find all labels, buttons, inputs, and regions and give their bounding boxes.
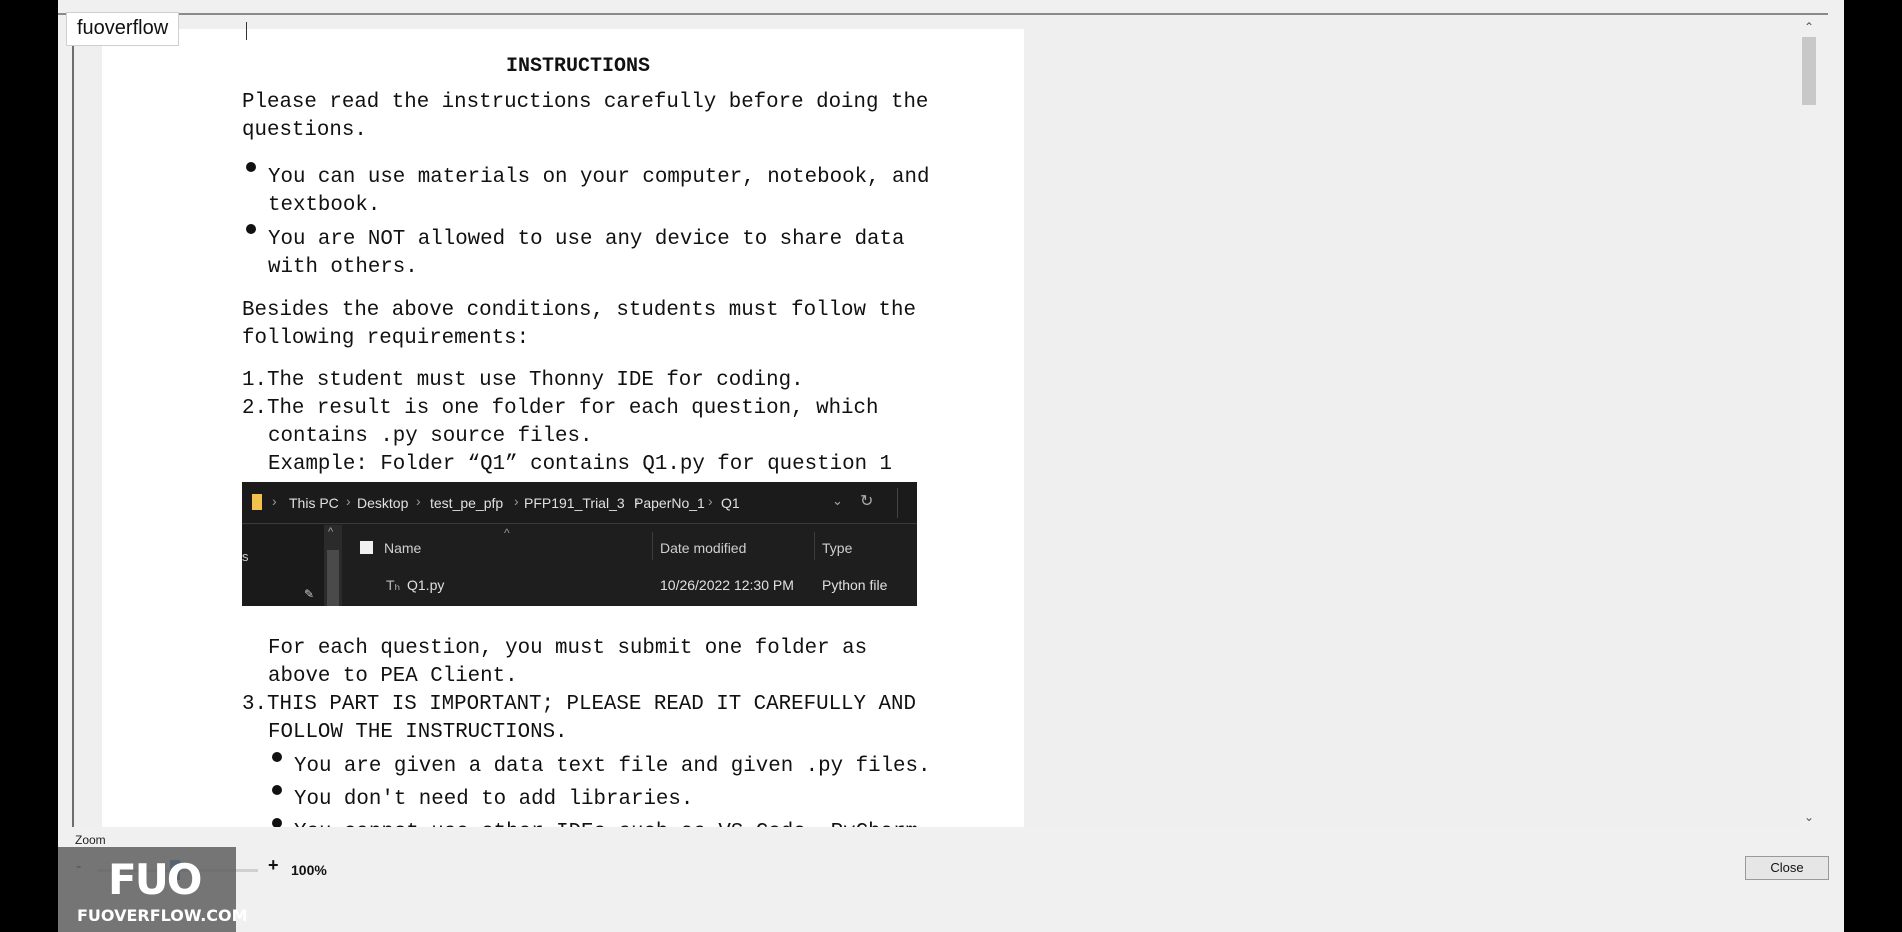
bullet-2-line-2: with others. [268,256,418,279]
text-cursor [246,22,247,40]
vertical-scrollbar[interactable]: ⌃ ⌄ [1800,15,1818,827]
chevron-right-icon: › [416,493,421,509]
file-type: Python file [822,577,888,593]
bullet-1-line-1: You can use materials on your computer, … [268,166,930,189]
select-all-checkbox [360,541,373,554]
explorer-screenshot: › This PC › Desktop › test_pe_pfp › PFP1… [242,482,917,606]
chevron-right-icon: › [272,493,277,509]
requirement-2-example: Example: Folder “Q1” contains Q1.py for … [268,453,893,476]
submit-line-1: For each question, you must submit one f… [268,637,868,660]
scroll-up-icon[interactable]: ⌃ [1800,18,1818,36]
chevron-right-icon: › [708,493,713,509]
watermark-site: FUOVERFLOW.COM [77,906,248,925]
chevron-up-icon: ^ [328,526,334,538]
zoom-value: 100% [291,862,327,878]
breadcrumb-item: PFP191_Trial_3 [524,495,625,511]
column-header-type: Type [822,540,853,556]
viewer-window: INSTRUCTIONS Please read the instruction… [58,0,1844,932]
column-header-name: Name [384,540,422,556]
requirement-1: 1.The student must use Thonny IDE for co… [242,369,804,392]
zoom-label: Zoom [75,833,106,847]
sub-bullet-3: You cannot use other IDEs such as VS Cod… [294,819,931,827]
divider [897,488,898,518]
viewer-left-border [72,15,74,827]
python-file-icon: Tₕ [386,577,401,593]
sort-caret-icon: ^ [504,526,510,540]
sub-bullet-2: You don't need to add libraries. [294,788,694,811]
requirement-2-line-1: 2.The result is one folder for each ques… [242,397,879,420]
bullet-icon [246,162,256,172]
breadcrumb-item: Q1 [721,495,740,511]
document-viewer[interactable]: INSTRUCTIONS Please read the instruction… [72,15,1818,827]
file-date: 10/26/2022 12:30 PM [660,577,794,593]
explorer-scroll-thumb [327,550,339,606]
explorer-address-bar: › This PC › Desktop › test_pe_pfp › PFP1… [242,482,917,524]
column-divider [814,532,815,560]
chevron-right-icon: › [514,493,519,509]
bullet-1-line-2: textbook. [268,194,381,217]
besides-line-1: Besides the above conditions, students m… [242,299,916,322]
breadcrumb-item: Desktop [357,495,409,511]
bullet-2-line-1: You are NOT allowed to use any device to… [268,228,905,251]
refresh-icon: ↻ [860,493,874,510]
scroll-down-icon[interactable]: ⌄ [1800,808,1818,826]
scroll-thumb[interactable] [1802,37,1816,105]
bullet-icon [246,224,256,234]
breadcrumb-item: PaperNo_1 [634,495,705,511]
zoom-in-button[interactable]: + [268,855,279,876]
chevron-right-icon: › [346,493,351,509]
intro-line-2: questions. [242,119,367,142]
requirement-3-line-1: 3.THIS PART IS IMPORTANT; PLEASE READ IT… [242,693,916,716]
column-header-date: Date modified [660,540,747,556]
nav-fragment: s [242,549,249,564]
besides-line-2: following requirements: [242,327,530,350]
page-title: INSTRUCTIONS [506,55,651,78]
chevron-down-icon: ⌄ [832,493,843,508]
requirement-3-line-2: FOLLOW THE INSTRUCTIONS. [268,721,568,744]
breadcrumb-item: test_pe_pfp [430,495,504,511]
pin-icon: ✎ [304,587,315,601]
bullet-icon [272,818,282,827]
intro-line-1: Please read the instructions carefully b… [242,91,929,114]
bullet-icon [272,785,282,795]
folder-icon [252,494,262,510]
breadcrumb-item: This PC [289,495,339,511]
watermark-logo: FUO [108,855,202,904]
file-name: Q1.py [407,577,445,593]
column-divider [652,532,653,560]
close-button[interactable]: Close [1745,856,1829,880]
sub-bullet-1: You are given a data text file and given… [294,755,931,778]
document-page: INSTRUCTIONS Please read the instruction… [102,29,1024,827]
bullet-icon [272,752,282,762]
tooltip: fuoverflow [66,12,180,46]
watermark: FUO FUOVERFLOW.COM [58,847,248,932]
submit-line-2: above to PEA Client. [268,665,518,688]
requirement-2-line-2: contains .py source files. [268,425,593,448]
